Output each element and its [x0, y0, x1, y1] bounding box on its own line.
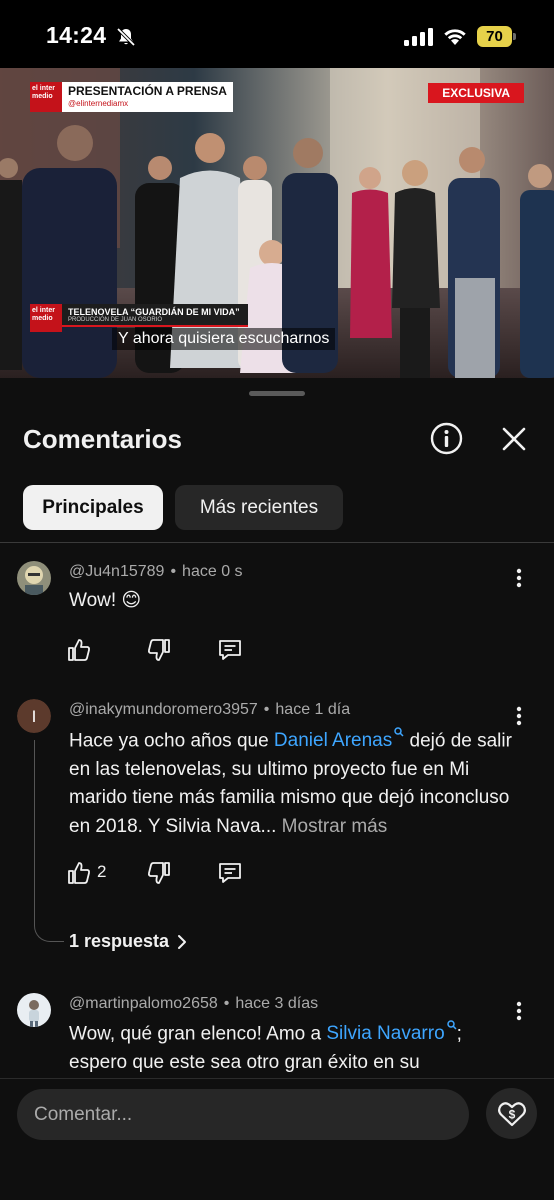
avatar[interactable]	[17, 993, 51, 1027]
avatar[interactable]	[17, 561, 51, 595]
channel-logo-text: el inter medio	[32, 85, 55, 100]
comment-meta: @Ju4n15789 • hace 0 s	[69, 563, 243, 580]
comment-meta: @martinpalomo2658 • hace 3 días	[69, 995, 319, 1012]
comment-time: hace 1 día	[275, 701, 351, 718]
comment-time: hace 3 días	[235, 995, 319, 1012]
comment-author[interactable]: @inakymundoromero3957	[69, 701, 258, 718]
search-icon	[394, 727, 404, 737]
comments-sheet: Comentarios Principales Más recientes @J…	[0, 378, 554, 1200]
mention-link[interactable]: Daniel Arenas	[273, 727, 404, 752]
super-thanks-button[interactable]: $	[486, 1088, 537, 1139]
reply-icon[interactable]	[217, 637, 243, 663]
clock: 14:24	[46, 22, 107, 48]
press-tag-handle: @elinternediamx	[68, 99, 129, 108]
comment-text-start: Hace ya ocho años que	[69, 730, 274, 752]
channel-logo: el inter medio	[30, 82, 62, 112]
more-options-icon[interactable]	[512, 705, 526, 727]
channel-logo-small-text: el inter medio	[32, 307, 55, 322]
comment-composer: $	[0, 1078, 554, 1200]
mention-label: Silvia Navarro	[326, 1023, 445, 1045]
drag-handle[interactable]	[249, 391, 305, 396]
lower-third-title: TELENOVELA “GUARDIÁN DE MI VIDA”	[68, 307, 240, 317]
dislike-icon[interactable]	[146, 860, 172, 886]
comment-actions: 2	[66, 860, 266, 888]
sheet-title: Comentarios	[23, 424, 182, 454]
reply-icon[interactable]	[217, 860, 243, 886]
like-count: 2	[97, 862, 107, 881]
replies-toggle[interactable]: 1 respuesta	[69, 931, 187, 952]
divider	[0, 542, 554, 543]
battery-icon: 70	[477, 26, 517, 47]
wifi-icon	[444, 29, 466, 45]
comment-text: Hace ya ocho años que Daniel Arenas dejó…	[69, 727, 519, 841]
comment-input[interactable]	[17, 1089, 469, 1140]
thread-line	[34, 740, 64, 942]
dislike-icon[interactable]	[146, 637, 172, 663]
heart-dollar-icon: $	[497, 1101, 526, 1126]
replies-count: 1 respuesta	[69, 931, 170, 951]
comment-text: Wow! 😊	[69, 590, 142, 611]
channel-logo-small: el inter medio	[30, 304, 62, 332]
comment-actions	[66, 637, 266, 665]
like-icon[interactable]	[66, 637, 92, 663]
comment-author[interactable]: @Ju4n15789	[69, 563, 164, 580]
comment-meta: @inakymundoromero3957 • hace 1 día	[69, 701, 351, 718]
close-icon[interactable]	[500, 425, 528, 453]
more-options-icon[interactable]	[512, 567, 526, 589]
chevron-right-icon	[178, 934, 187, 949]
chip-top-comments[interactable]: Principales	[23, 485, 163, 530]
press-tag: el inter medio PRESENTACIÓN A PRENSA @el…	[30, 82, 233, 112]
cellular-signal-icon	[404, 28, 433, 46]
video-player[interactable]: el inter medio PRESENTACIÓN A PRENSA @el…	[0, 68, 554, 378]
comment-time: hace 0 s	[182, 563, 243, 580]
avatar-letter: I	[32, 707, 37, 726]
like-icon[interactable]	[66, 860, 92, 886]
exclusive-badge: EXCLUSIVA	[428, 83, 524, 103]
search-icon	[446, 1020, 457, 1030]
mention-label: Daniel Arenas	[273, 730, 393, 752]
avatar[interactable]: I	[17, 699, 51, 733]
battery-level: 70	[486, 28, 503, 45]
video-caption: Y ahora quisiera escucharnos	[112, 328, 336, 350]
comment-author[interactable]: @martinpalomo2658	[69, 995, 218, 1012]
mention-link[interactable]: Silvia Navarro	[326, 1020, 457, 1045]
more-options-icon[interactable]	[512, 1000, 526, 1022]
comment-text-start: Wow, qué gran elenco! Amo a	[69, 1023, 327, 1045]
show-more-link[interactable]: Mostrar más	[282, 816, 388, 837]
svg-text:$: $	[508, 1107, 515, 1121]
press-tag-title: PRESENTACIÓN A PRENSA	[68, 84, 227, 98]
info-icon[interactable]	[430, 422, 463, 455]
lower-third-subtitle: PRODUCCIÓN DE JUAN OSORIO	[68, 317, 163, 323]
status-bar: 14:24 70	[0, 0, 554, 68]
chip-newest-comments[interactable]: Más recientes	[175, 485, 343, 530]
bell-off-icon	[116, 27, 136, 47]
comment-text: Wow, qué gran elenco! Amo a Silvia Navar…	[69, 1020, 519, 1077]
